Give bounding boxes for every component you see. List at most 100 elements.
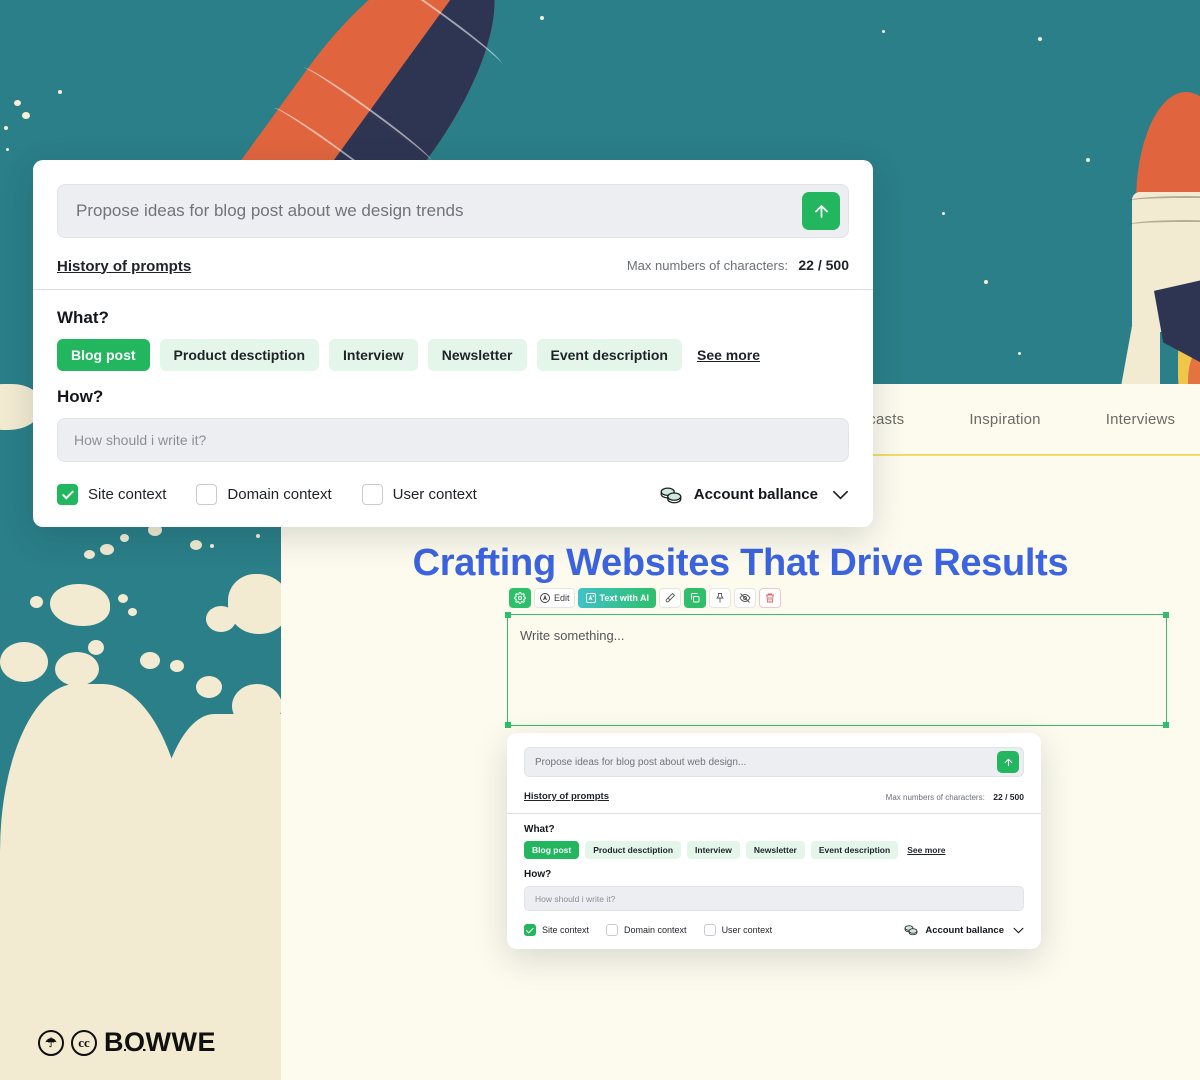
how-input-large[interactable]: How should i write it? [57, 418, 849, 462]
prompt-input-large[interactable]: Propose ideas for blog post about we des… [57, 184, 849, 238]
ai-prompt-header-small: Propose ideas for blog post about web de… [507, 733, 1041, 813]
char-counter-label-small: Max numbers of characters: [885, 793, 985, 802]
text-block-placeholder: Write something... [520, 628, 625, 643]
license-and-brand: ☂ cc BOWWE [38, 1027, 216, 1058]
checkbox-box-domain-small [606, 924, 619, 936]
resize-handle-top-left[interactable] [505, 612, 511, 618]
rocket-illustration-right [1120, 92, 1200, 438]
checkbox-box-site-small [524, 924, 536, 936]
char-counter-value-large: 22 / 500 [798, 257, 849, 273]
history-of-prompts-link-small[interactable]: History of prompts [524, 791, 609, 802]
nav-link-interviews[interactable]: Interviews [1106, 411, 1176, 428]
account-balance-dropdown-small[interactable]: Account ballance [903, 924, 1024, 936]
duplicate-button[interactable] [684, 588, 707, 608]
brush-icon [665, 592, 676, 603]
checkbox-domain-context-large[interactable]: Domain context [196, 484, 332, 505]
see-more-link-small[interactable]: See more [907, 845, 945, 855]
checkbox-label-user-large: User context [392, 486, 477, 503]
checkbox-domain-context-small[interactable]: Domain context [606, 924, 687, 936]
edit-button[interactable]: Edit [534, 588, 575, 608]
ai-prompt-body-small: What? Blog post Product desctiption Inte… [507, 814, 1041, 949]
checkbox-label-site-large: Site context [88, 486, 167, 503]
how-input-placeholder-large: How should i write it? [74, 432, 207, 448]
how-input-placeholder-small: How should i write it? [535, 893, 616, 904]
hide-button[interactable] [734, 588, 757, 608]
prompt-input-small[interactable]: Propose ideas for blog post about web de… [524, 747, 1024, 777]
chip-blog-post-small[interactable]: Blog post [524, 841, 580, 859]
creative-commons-icon: cc [71, 1029, 97, 1056]
chip-product-description-large[interactable]: Product desctiption [159, 339, 319, 371]
text-with-ai-label: Text with AI [599, 593, 650, 603]
chip-interview-small[interactable]: Interview [687, 841, 740, 859]
chip-product-description-small[interactable]: Product desctiption [585, 841, 682, 859]
delete-button[interactable] [759, 588, 782, 608]
char-counter-value-small: 22 / 500 [993, 792, 1024, 802]
account-balance-label-small: Account ballance [925, 924, 1004, 936]
coins-icon [904, 925, 918, 936]
resize-handle-bottom-left[interactable] [505, 722, 511, 728]
checkbox-label-site-small: Site context [542, 925, 590, 935]
chip-event-description-small[interactable]: Event description [810, 841, 899, 859]
checkbox-user-context-large[interactable]: User context [361, 484, 477, 505]
edit-circle-icon [540, 593, 550, 603]
trash-icon [766, 593, 775, 603]
ai-prompt-modal-large: Propose ideas for blog post about we des… [33, 160, 873, 527]
prompt-meta-row-small: History of prompts Max numbers of charac… [524, 787, 1024, 805]
what-section-title-large: What? [57, 308, 109, 327]
arrow-up-icon [814, 204, 828, 218]
resize-handle-top-right[interactable] [1163, 612, 1169, 618]
chip-interview-large[interactable]: Interview [329, 339, 418, 371]
person-icon: ☂ [38, 1029, 64, 1056]
how-section-title-small: How? [524, 869, 552, 880]
text-with-ai-button[interactable]: Text with AI [577, 588, 657, 608]
send-prompt-button-small[interactable] [997, 751, 1019, 773]
char-counter-large: Max numbers of characters: 22 / 500 [627, 257, 849, 275]
chip-newsletter-large[interactable]: Newsletter [427, 339, 527, 371]
context-options-row-large: Site context Domain context User context… [57, 484, 849, 505]
how-input-small[interactable]: How should i write it? [524, 886, 1024, 911]
char-counter-small: Max numbers of characters: 22 / 500 [886, 787, 1024, 805]
checkbox-user-context-small[interactable]: User context [703, 924, 773, 936]
chip-blog-post-large[interactable]: Blog post [57, 339, 150, 371]
checkbox-label-domain-small: Domain context [624, 925, 687, 935]
checkbox-label-user-small: User context [721, 925, 773, 935]
edit-button-label: Edit [554, 593, 570, 603]
ai-text-icon [585, 593, 596, 603]
what-chip-group-large: Blog post Product desctiption Interview … [57, 339, 849, 371]
eye-off-icon [739, 593, 751, 603]
block-editor-toolbar: Edit Text with AI [509, 588, 782, 608]
style-brush-button[interactable] [659, 588, 682, 608]
account-balance-label-large: Account ballance [693, 486, 818, 503]
text-block-selected[interactable]: Write something... [505, 612, 1169, 728]
ai-prompt-modal-small: Propose ideas for blog post about web de… [507, 733, 1041, 949]
prompt-input-value-large: Propose ideas for blog post about we des… [76, 201, 464, 220]
checkbox-box-site-large [57, 484, 78, 505]
settings-button[interactable] [509, 588, 531, 608]
char-counter-label-large: Max numbers of characters: [626, 258, 788, 273]
copy-icon [691, 593, 700, 603]
gear-icon [514, 592, 526, 604]
coins-icon [660, 486, 682, 503]
checkbox-box-user-small [703, 924, 716, 936]
nav-link-inspiration[interactable]: Inspiration [969, 411, 1040, 428]
prompt-input-value-small: Propose ideas for blog post about web de… [535, 756, 747, 768]
history-of-prompts-link-large[interactable]: History of prompts [57, 258, 191, 275]
chevron-down-icon [1013, 927, 1024, 933]
arrow-up-icon [1004, 758, 1012, 766]
resize-handle-bottom-right[interactable] [1163, 722, 1169, 728]
context-options-row-small: Site context Domain context User context… [524, 924, 1024, 936]
account-balance-dropdown-large[interactable]: Account ballance [658, 485, 849, 505]
checkbox-site-context-large[interactable]: Site context [57, 484, 166, 505]
chip-newsletter-small[interactable]: Newsletter [745, 841, 805, 859]
ai-prompt-body-large: What? Blog post Product desctiption Inte… [33, 290, 873, 527]
see-more-link-large[interactable]: See more [697, 347, 760, 363]
send-prompt-button-large[interactable] [802, 192, 840, 230]
pin-button[interactable] [709, 588, 732, 608]
chip-event-description-large[interactable]: Event description [536, 339, 682, 371]
pin-icon [716, 593, 724, 603]
ai-prompt-header-large: Propose ideas for blog post about we des… [33, 160, 873, 289]
checkbox-box-user-large [361, 484, 383, 505]
checkbox-site-context-small[interactable]: Site context [524, 924, 589, 936]
what-chip-group-small: Blog post Product desctiption Interview … [524, 841, 1024, 859]
checkbox-label-domain-large: Domain context [227, 486, 332, 503]
